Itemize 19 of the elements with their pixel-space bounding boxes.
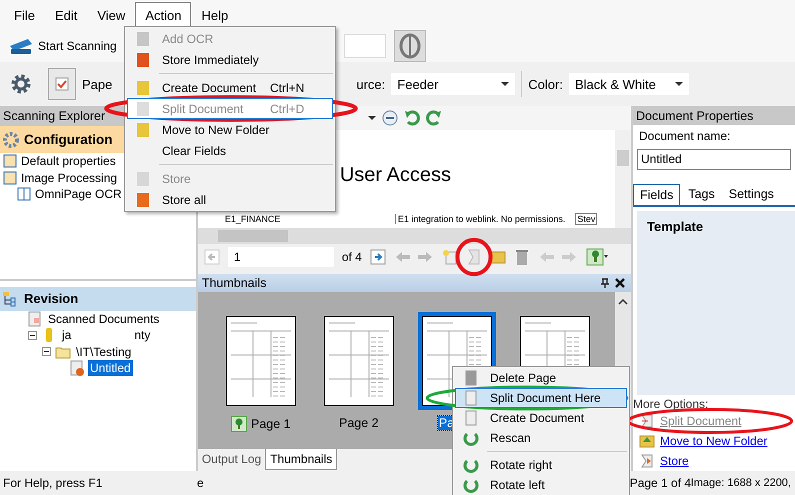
document-heading: User Access xyxy=(340,164,452,187)
paper-label: Pape xyxy=(82,76,112,92)
status-text: For Help, press F1 xyxy=(2,476,104,490)
page-count: of 4 xyxy=(342,250,362,264)
status-text: Page 1 of 4 xyxy=(630,476,691,490)
document-text: E1 integration to weblink. No permissions. xyxy=(394,214,566,224)
document-text: Stev xyxy=(575,213,598,225)
color-label: Color: xyxy=(528,76,563,92)
status-text: Image: 1688 x 2200, xyxy=(690,477,791,489)
source-label: urce: xyxy=(356,76,386,92)
page-label: Page 2 xyxy=(339,416,379,430)
document-text: E1_FINANCE xyxy=(224,214,282,224)
panel-header: Document Properties xyxy=(633,106,795,125)
document-name-label: Document name: xyxy=(638,128,732,145)
template-heading: Template xyxy=(647,218,704,234)
panel-header: Thumbnails xyxy=(198,274,631,292)
status-text: e xyxy=(197,476,204,490)
more-options-label: More Options: xyxy=(633,397,710,411)
page-label: Page 1 xyxy=(251,417,291,431)
